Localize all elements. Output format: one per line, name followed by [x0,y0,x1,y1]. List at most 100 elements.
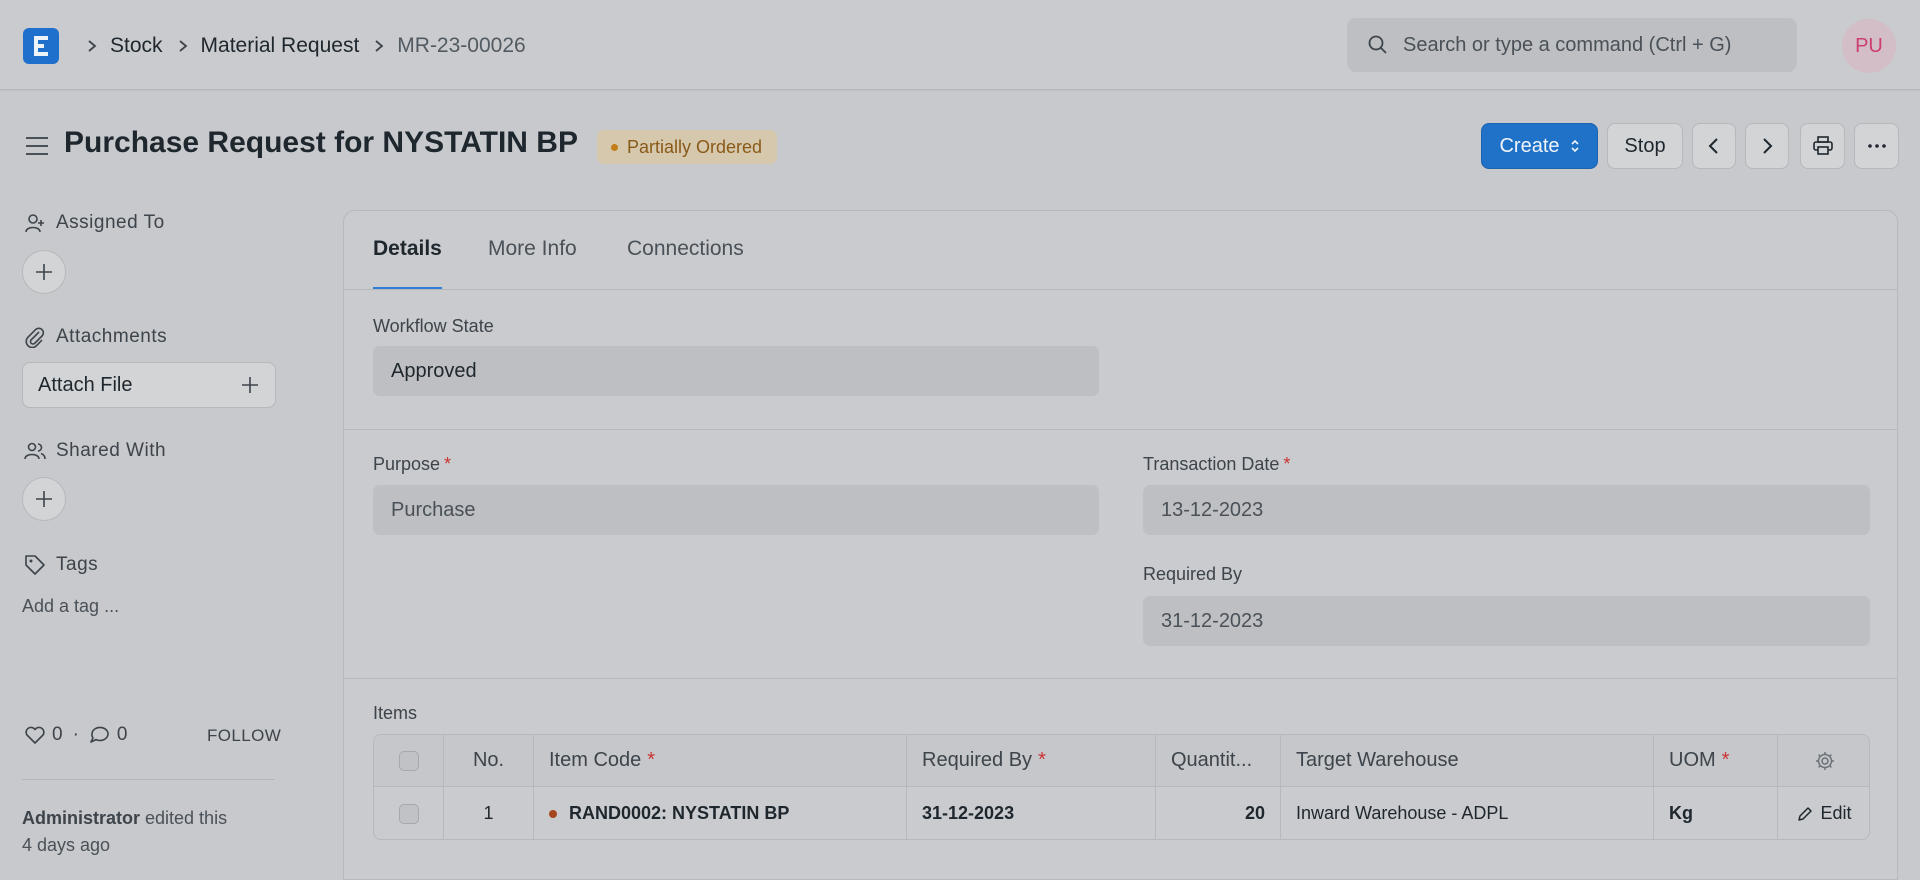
purpose-label: Purpose * [373,454,451,475]
likes-comments: 0 · 0 [24,724,127,746]
activity-time: 4 days ago [22,835,111,855]
row-edit-cell: Edit [1778,787,1869,839]
sidebar-toggle-icon[interactable] [24,133,50,159]
follow-button[interactable]: FOLLOW [207,726,281,746]
section-divider [344,429,1897,430]
col-item-code-label: Item Code [549,749,642,771]
plus-icon [36,491,52,507]
tags-label: Tags [56,554,99,575]
required-marker: * [647,749,656,771]
row-quantity[interactable]: 20 [1156,787,1281,839]
activity-user[interactable]: Administrator [22,808,140,828]
col-no: No. [444,735,534,786]
section-divider [344,678,1897,679]
plus-icon [242,377,258,393]
tab-more-info[interactable]: More Info [488,237,577,287]
search-icon [1368,35,1387,54]
items-label: Items [373,703,418,723]
avatar[interactable]: PU [1842,19,1896,73]
next-doc-button[interactable] [1745,123,1789,169]
item-status-dot [549,809,557,818]
col-target-warehouse: Target Warehouse [1281,735,1654,786]
search-bar[interactable]: Search or type a command (Ctrl + G) [1347,18,1797,72]
status-label: Partially Ordered [627,136,763,157]
row-edit-button[interactable]: Edit [1797,803,1852,824]
breadcrumb-material-request[interactable]: Material Request [201,34,360,58]
navbar: Stock Material Request MR-23-00026 Searc… [0,0,1920,90]
user-plus-icon [25,214,44,233]
breadcrumb: Stock Material Request MR-23-00026 [80,28,526,64]
items-table: No. Item Code * Required By * Quantit... T… [373,734,1870,840]
add-share-button[interactable] [22,477,66,521]
required-by-label: Required By [1143,564,1243,584]
form-tabs: Details More Info Connections [344,211,1897,290]
workflow-state-field[interactable]: Approved [373,346,1099,396]
add-assignee-button[interactable] [22,250,66,294]
separator-dot: · [72,724,79,745]
table-header: No. Item Code * Required By * Quantit... T… [374,735,1869,787]
shared-with-label: Shared With [56,440,167,461]
row-edit-label: Edit [1820,803,1852,823]
status-dot [611,143,618,151]
attachments-heading: Attachments [24,326,167,348]
header-select-cell [374,735,444,786]
row-item-code[interactable]: RAND0002: NYSTATIN BP [534,787,907,839]
tag-icon [25,555,45,575]
row-required-by[interactable]: 31-12-2023 [907,787,1156,839]
ellipsis-icon [1867,144,1886,148]
required-by-field[interactable]: 31-12-2023 [1143,596,1870,646]
printer-icon [1812,136,1833,155]
more-actions-button[interactable] [1854,123,1899,169]
row-checkbox[interactable] [398,803,419,824]
select-all-checkbox[interactable] [398,750,419,771]
activity-text: edited this [140,808,228,828]
likes-count: 0 [52,724,63,745]
tab-details[interactable]: Details [373,237,442,289]
workflow-state-label: Workflow State [373,316,494,336]
purpose-label-text: Purpose [373,454,441,474]
page-title: Purchase Request for NYSTATIN BP [64,126,578,159]
purpose-field[interactable]: Purchase [373,485,1099,535]
print-button[interactable] [1800,123,1845,169]
pencil-icon [1798,806,1813,821]
search-placeholder: Search or type a command (Ctrl + G) [1403,33,1732,56]
col-required-by-label: Required By [922,749,1033,771]
breadcrumb-stock[interactable]: Stock [110,34,163,58]
stop-button[interactable]: Stop [1607,123,1683,169]
col-required-by: Required By * [907,735,1156,786]
assigned-to-heading: Assigned To [24,212,165,234]
gear-icon[interactable] [1814,750,1836,772]
create-button[interactable]: Create [1481,123,1598,169]
col-uom: UOM * [1654,735,1778,786]
tags-heading: Tags [24,554,98,576]
chevron-right-icon [177,39,189,53]
row-item-code-text: RAND0002: NYSTATIN BP [569,803,790,823]
heart-icon[interactable] [24,725,46,745]
breadcrumb-current[interactable]: MR-23-00026 [397,34,525,58]
row-no: 1 [444,787,534,839]
users-icon [24,442,46,460]
previous-doc-button[interactable] [1692,123,1736,169]
add-tag-link[interactable]: Add a tag ... [22,596,119,617]
assigned-to-label: Assigned To [56,212,165,233]
chevron-left-icon [1708,138,1718,154]
tab-connections[interactable]: Connections [627,237,744,287]
erpnext-logo-icon [34,36,48,56]
required-marker: * [1721,749,1730,771]
status-badge: Partially Ordered [597,130,778,164]
row-uom[interactable]: Kg [1654,787,1778,839]
attachments-label: Attachments [56,326,168,347]
select-caret-icon [1570,139,1579,153]
chevron-right-icon [1763,138,1773,154]
transaction-date-field[interactable]: 13-12-2023 [1143,485,1870,535]
table-row[interactable]: 1 RAND0002: NYSTATIN BP 31-12-2023 20 In… [374,787,1869,839]
app-logo[interactable] [23,28,59,64]
col-uom-label: UOM [1669,749,1716,771]
plus-icon [36,264,52,280]
row-target-warehouse[interactable]: Inward Warehouse - ADPL [1281,787,1654,839]
row-select-cell [374,787,444,839]
attach-file-button[interactable]: Attach File [22,362,276,408]
comment-icon[interactable] [89,725,111,745]
col-item-code: Item Code * [534,735,907,786]
transaction-date-label-text: Transaction Date [1143,454,1280,474]
